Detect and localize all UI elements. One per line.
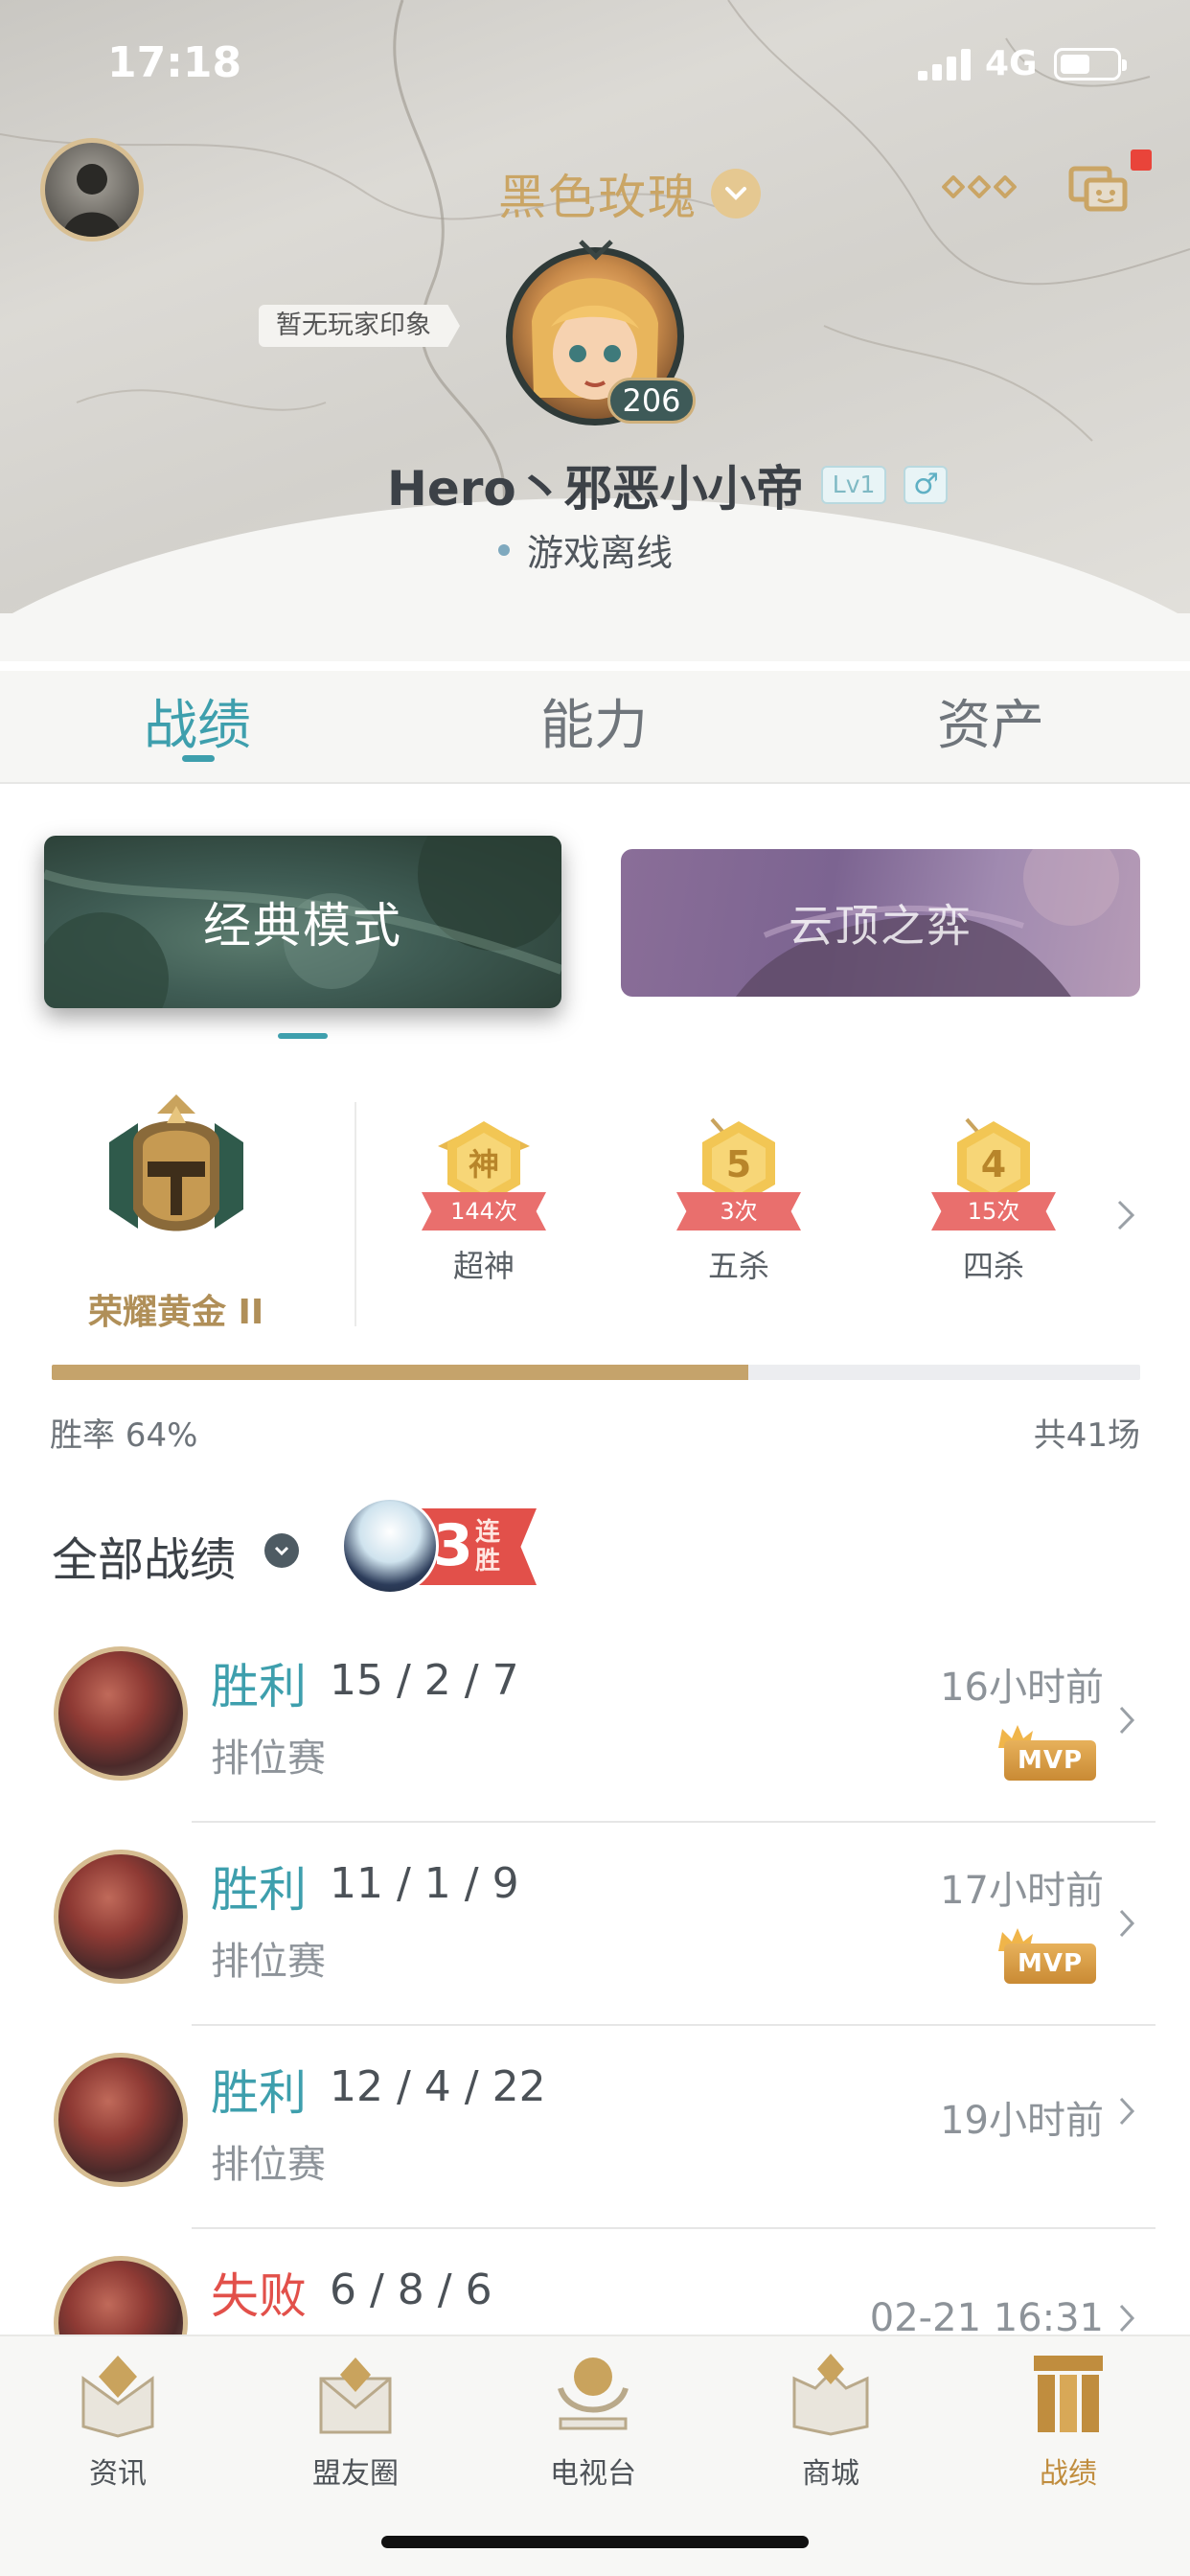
mode-active-indicator <box>278 1033 328 1039</box>
match-time: 16小时前 <box>940 1666 1104 1710</box>
status-time: 17:18 <box>107 38 242 87</box>
mvp-badge: MVP <box>996 1723 1096 1782</box>
mode-classic-label: 经典模式 <box>203 898 402 954</box>
news-icon <box>81 2356 154 2438</box>
match-kda: 15 / 2 / 7 <box>330 1656 519 1705</box>
match-result: 胜利 <box>211 1862 307 1918</box>
rank-emblem-icon <box>109 1094 243 1231</box>
nickname: 黑色玫瑰 <box>498 170 698 225</box>
match-row[interactable]: 胜利 12 / 4 / 22 排位赛 19小时前 <box>0 2026 1190 2229</box>
tab-active-indicator <box>182 755 215 762</box>
win-rate-fill <box>52 1365 749 1380</box>
champion-avatar <box>54 1646 188 1781</box>
online-status-text: 游戏离线 <box>527 532 674 574</box>
mode-classic-card[interactable]: 经典模式 <box>44 836 561 1008</box>
chevron-down-icon[interactable] <box>264 1533 299 1568</box>
match-row[interactable]: 胜利 15 / 2 / 7 排位赛 16小时前 MVP <box>0 1620 1190 1823</box>
nav-news[interactable]: 资讯 <box>46 2350 190 2492</box>
total-games-label: 共41场 <box>1033 1416 1140 1455</box>
gender-icon: ♂ <box>904 466 949 504</box>
chevron-down-icon <box>711 169 761 218</box>
streak-avatar <box>341 1497 439 1595</box>
mode-tft-card[interactable]: 云顶之弈 <box>621 849 1140 997</box>
nav-records[interactable]: 战绩 <box>996 2350 1140 2492</box>
rank-divider <box>355 1102 356 1326</box>
match-kda: 6 / 8 / 6 <box>330 2266 492 2314</box>
win-streak-badge: 3 连胜 <box>337 1493 538 1598</box>
match-time: 17小时前 <box>940 1869 1104 1913</box>
nav-friends[interactable]: 盟友圈 <box>284 2350 427 2492</box>
match-type: 排位赛 <box>211 2143 326 2187</box>
chevron-right-icon <box>1119 2097 1135 2126</box>
nav-shop[interactable]: 商城 <box>759 2350 903 2492</box>
chat-icon[interactable] <box>1067 161 1129 218</box>
nickname-selector[interactable]: 黑色玫瑰 <box>498 159 761 228</box>
match-result: 胜利 <box>211 2065 307 2121</box>
achievement-godlike[interactable]: 神 144次 超神 <box>412 1117 556 1286</box>
match-kda: 12 / 4 / 22 <box>330 2062 546 2111</box>
home-indicator <box>381 2536 809 2548</box>
match-result: 失败 <box>211 2268 307 2324</box>
level-badge: 206 <box>607 378 696 424</box>
notification-dot <box>1131 150 1152 171</box>
achievement-count: 15次 <box>931 1192 1056 1230</box>
achievement-quadrakill[interactable]: 4 15次 四杀 <box>922 1117 1065 1286</box>
match-result: 胜利 <box>211 1659 307 1714</box>
win-rate-bar <box>52 1365 1140 1380</box>
champion-avatar <box>54 2053 188 2187</box>
nav-label: 盟友圈 <box>312 2457 399 2491</box>
tv-icon <box>558 2358 629 2430</box>
my-avatar[interactable] <box>40 138 144 242</box>
player-name: Hero丶邪恶小小帝 <box>387 461 804 517</box>
mode-tft-label: 云顶之弈 <box>789 900 973 952</box>
shop-icon <box>792 2354 869 2436</box>
achievement-count: 144次 <box>422 1192 546 1230</box>
records-filter-title[interactable]: 全部战绩 <box>52 1522 236 1589</box>
svg-text:5: 5 <box>726 1143 751 1185</box>
mvp-badge: MVP <box>996 1926 1096 1986</box>
champion-avatar <box>54 1850 188 1984</box>
svg-text:神: 神 <box>469 1146 499 1183</box>
battery-icon <box>1054 48 1127 80</box>
achievement-count: 3次 <box>676 1192 801 1230</box>
nav-tv[interactable]: 电视台 <box>521 2350 665 2492</box>
signal-icon <box>918 48 972 80</box>
match-type: 排位赛 <box>211 1940 326 1984</box>
rank-name: 荣耀黄金 II <box>88 1293 264 1332</box>
player-impression[interactable]: 暂无玩家印象 <box>259 305 460 347</box>
achievement-name: 五杀 <box>707 1248 769 1284</box>
chevron-right-icon[interactable] <box>1115 1198 1138 1232</box>
nav-label: 商城 <box>802 2457 859 2491</box>
crown-icon <box>579 240 613 261</box>
chevron-right-icon <box>1119 1909 1135 1938</box>
friends-icon <box>319 2358 392 2434</box>
tab-records[interactable]: 战绩 <box>144 682 251 760</box>
achievement-pentakill[interactable]: 5 3次 五杀 <box>667 1117 811 1286</box>
nav-label: 战绩 <box>1040 2457 1097 2491</box>
more-icon[interactable] <box>941 174 1018 201</box>
achievement-name: 超神 <box>452 1248 515 1284</box>
tab-assets[interactable]: 资产 <box>937 682 1044 760</box>
streak-text: 连胜 <box>475 1518 501 1576</box>
nav-label: 资讯 <box>89 2457 147 2491</box>
chevron-right-icon <box>1119 2304 1135 2333</box>
achievement-name: 四杀 <box>962 1248 1024 1284</box>
nav-label: 电视台 <box>550 2457 636 2491</box>
match-row[interactable]: 胜利 11 / 1 / 9 排位赛 17小时前 MVP <box>0 1823 1190 2026</box>
player-name-row: Hero丶邪恶小小帝 Lv1 ♂ <box>387 450 949 519</box>
streak-number: 3 <box>433 1512 473 1579</box>
tab-ability[interactable]: 能力 <box>540 682 648 760</box>
chevron-right-icon <box>1119 1706 1135 1735</box>
match-kda: 11 / 1 / 9 <box>330 1859 519 1908</box>
network-label: 4G <box>985 44 1038 83</box>
status-dot <box>498 543 510 556</box>
main-tabs: 战绩 能力 资产 <box>0 671 1190 784</box>
online-status: 游戏离线 <box>498 523 673 576</box>
match-type: 排位赛 <box>211 1736 326 1781</box>
win-rate-label: 胜率 64% <box>50 1416 198 1455</box>
level-tag: Lv1 <box>820 466 887 504</box>
svg-text:4: 4 <box>981 1143 1006 1185</box>
match-time: 19小时前 <box>940 2099 1104 2143</box>
records-icon <box>1034 2356 1103 2432</box>
